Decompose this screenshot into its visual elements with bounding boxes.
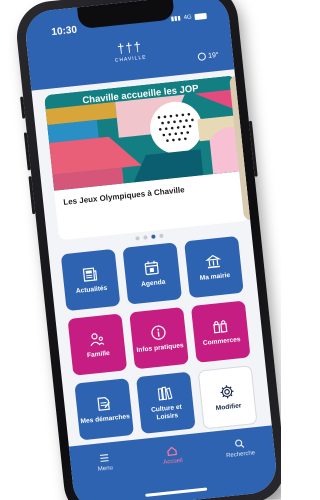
nav-menu[interactable]: Menu	[79, 450, 131, 474]
app-logo: ††† CHAVILLE	[99, 39, 161, 65]
nav-accueil[interactable]: Accueil	[147, 443, 199, 467]
app-header: 10:30 ▮▮▮ 4G ††† CHAVILLE 19°	[23, 0, 235, 91]
nav-label: Menu	[97, 465, 114, 473]
nav-label: Accueil	[163, 457, 183, 466]
info-icon	[150, 323, 168, 341]
tile-label: Agenda	[140, 278, 166, 288]
town-hall-icon	[204, 252, 222, 270]
network-label: 4G	[183, 13, 192, 21]
newspaper-icon	[81, 265, 99, 283]
signal-icon: ▮▮▮	[170, 15, 182, 23]
search-icon	[234, 438, 245, 449]
status-time: 10:30	[50, 24, 78, 39]
banner-caption: Les Jeux Olympiques à Chaville	[62, 185, 185, 207]
weather-widget[interactable]: 19°	[197, 51, 220, 61]
tile-culture-et-loisirs[interactable]: Culture et Loisirs	[136, 371, 196, 434]
banner-illustration: Chaville accueille les JOP	[44, 75, 246, 191]
shop-icon	[211, 317, 229, 335]
tile-commerces[interactable]: Commerces	[190, 300, 251, 363]
tile-famille[interactable]: Famille	[67, 313, 128, 376]
pagination-dot[interactable]	[143, 235, 148, 240]
gear-icon	[218, 383, 236, 401]
books-icon	[156, 384, 174, 402]
tile-actualites[interactable]: Actualités	[60, 248, 121, 312]
calendar-icon	[143, 259, 161, 277]
pagination-dot-active[interactable]	[151, 234, 156, 239]
status-icons: ▮▮▮ 4G	[170, 12, 207, 23]
document-icon	[95, 394, 113, 412]
temperature: 19°	[207, 51, 220, 60]
battery-icon	[194, 12, 207, 20]
pagination-dot[interactable]	[159, 233, 164, 239]
tile-mes-demarches[interactable]: Mes démarches	[74, 378, 135, 441]
menu-icon	[99, 453, 110, 464]
tile-modifier[interactable]: Modifier	[197, 365, 258, 430]
tile-label: Commerces	[202, 335, 241, 347]
tile-agenda[interactable]: Agenda	[122, 242, 183, 305]
tile-label: Mes démarches	[80, 412, 131, 425]
tile-label: Famille	[86, 349, 111, 359]
tile-label: Modifier	[215, 401, 242, 412]
phone-mockup: 10:30 ▮▮▮ 4G ††† CHAVILLE 19° Chaville a…	[13, 0, 281, 500]
shortcut-grid: Actualités Agenda Ma mairie Famille Info…	[60, 235, 258, 443]
tile-infos-pratiques[interactable]: Infos pratiques	[129, 306, 189, 370]
home-indicator[interactable]	[145, 487, 208, 497]
tile-label: Actualités	[75, 284, 108, 295]
sun-icon	[197, 52, 207, 61]
tile-label: Ma mairie	[199, 271, 231, 282]
tile-label: Infos pratiques	[136, 341, 184, 354]
tile-label: Culture et Loisirs	[150, 403, 183, 421]
nav-label: Recherche	[225, 450, 256, 460]
scene: 1 10:30 ▮▮▮ 4G ††† CHAVILLE	[0, 0, 281, 500]
tile-ma-mairie[interactable]: Ma mairie	[184, 235, 244, 299]
nav-recherche[interactable]: Recherche	[214, 436, 266, 460]
carousel-pagination	[135, 233, 164, 241]
pagination-dot[interactable]	[135, 236, 140, 241]
home-icon	[166, 445, 177, 456]
news-carousel-card[interactable]: Chaville accueille les JOP Les Jeux Olym…	[44, 75, 251, 241]
family-icon	[88, 330, 106, 348]
